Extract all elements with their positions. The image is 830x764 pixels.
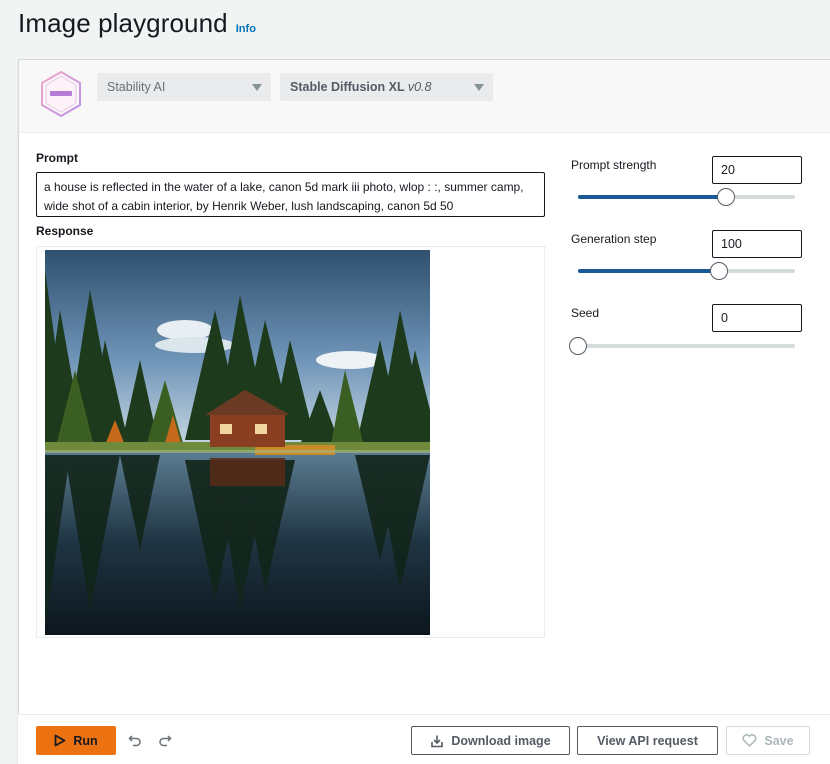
model-selector-bar: Stability AI Stable Diffusion XL v0.8 (19, 60, 830, 133)
param-label: Seed (571, 306, 600, 320)
generated-image (45, 250, 430, 635)
download-icon (431, 735, 444, 747)
run-button[interactable]: Run (36, 726, 116, 755)
prompt-strength-input[interactable]: 20 (712, 156, 802, 184)
generation-step-slider[interactable] (578, 262, 795, 280)
provider-select-value: Stability AI (107, 80, 166, 94)
response-label: Response (36, 224, 94, 238)
info-link[interactable]: Info (236, 23, 256, 35)
provider-logo (41, 70, 81, 118)
model-select-name: Stable Diffusion XL (290, 80, 405, 94)
slider-thumb[interactable] (710, 262, 729, 280)
heart-icon (742, 734, 757, 747)
provider-select[interactable]: Stability AI (97, 73, 271, 101)
save-button-label: Save (764, 733, 794, 748)
caret-down-icon (474, 84, 484, 91)
response-container (36, 246, 545, 638)
slider-thumb[interactable] (716, 188, 735, 206)
seed-slider[interactable] (569, 337, 795, 355)
seed-input[interactable]: 0 (712, 304, 802, 332)
prompt-strength-slider[interactable] (578, 188, 795, 206)
save-button[interactable]: Save (726, 726, 810, 755)
generation-step-input[interactable]: 100 (712, 230, 802, 258)
param-label: Generation step (571, 232, 657, 246)
download-image-button[interactable]: Download image (411, 726, 570, 755)
download-button-label: Download image (451, 733, 551, 748)
caret-down-icon (252, 84, 262, 91)
page-title: Image playground (18, 8, 228, 38)
slider-track (578, 344, 795, 348)
model-select-version: v0.8 (407, 80, 432, 94)
view-api-request-button[interactable]: View API request (577, 726, 718, 755)
action-footer: Run Download image View API request Save (18, 714, 830, 764)
page-header: Image playground Info (18, 8, 256, 39)
redo-icon (159, 735, 172, 747)
run-button-label: Run (73, 733, 98, 748)
undo-icon (128, 735, 141, 747)
prompt-label: Prompt (36, 151, 78, 165)
slider-fill (578, 269, 720, 273)
undo-button[interactable] (125, 730, 145, 750)
view-api-button-label: View API request (597, 733, 698, 748)
prompt-textarea[interactable]: a house is reflected in the water of a l… (36, 172, 545, 217)
slider-fill (578, 195, 726, 199)
redo-button[interactable] (155, 730, 175, 750)
slider-thumb[interactable] (569, 337, 587, 355)
param-label: Prompt strength (571, 158, 657, 172)
model-select[interactable]: Stable Diffusion XL v0.8 (280, 73, 493, 101)
play-icon (54, 734, 66, 747)
